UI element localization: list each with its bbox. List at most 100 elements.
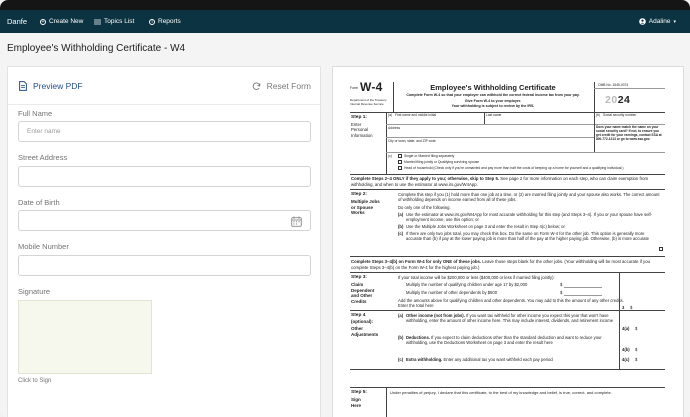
w4-instruction-2: Give Form W-4 to your employer. (464, 99, 522, 103)
mobile-number-label: Mobile Number (18, 242, 69, 251)
step4-a-title: Other income (not from jobs). (406, 313, 465, 318)
omb-rule (594, 88, 665, 89)
form-code: W-4 (360, 80, 383, 94)
two-jobs-checkbox[interactable] (659, 247, 663, 251)
filing-status-single[interactable]: Single or Married filing separately (398, 154, 454, 159)
list-icon (94, 19, 101, 24)
refresh-icon (252, 82, 260, 90)
reset-form-label: Reset Form (266, 81, 311, 91)
preview-pdf-button[interactable]: Preview PDF (19, 81, 83, 91)
top-navbar: Danfe + Create New Topics List i Reports… (0, 10, 690, 33)
step4-optional: (optional): (351, 319, 373, 324)
irs-department: Department of the Treasury Internal Reve… (350, 98, 387, 106)
full-name-placeholder: Enter name (27, 128, 61, 135)
dependents-amount-line[interactable] (564, 295, 602, 296)
preview-pdf-label: Preview PDF (33, 81, 83, 91)
reset-form-button[interactable]: Reset Form (252, 81, 311, 91)
signature-pad[interactable] (18, 300, 152, 374)
steps-note-emphasis: Complete Steps 2–4 ONLY if they apply to… (351, 176, 500, 181)
step4-c-marker: (c) (398, 357, 404, 362)
step3-title: Claim Dependent and Other Credits (351, 282, 375, 304)
step3-top-rule (350, 272, 665, 273)
form-panel: Preview PDF Reset Form Full Name Enter n… (7, 66, 322, 417)
field-c-marker: (c) (388, 154, 392, 158)
nav-topics-list[interactable]: Topics List (94, 18, 134, 25)
children-amount-line[interactable] (564, 287, 602, 288)
step3-label: Step 3: (351, 275, 367, 280)
line-4b-dollar: $ (635, 347, 638, 352)
step4-b-marker: (b) (398, 335, 404, 340)
step2-top-rule (350, 189, 665, 190)
user-icon (638, 18, 646, 25)
step3-dependents-dollar: $ (560, 290, 563, 295)
nav-create-new[interactable]: + Create New (40, 18, 83, 25)
steps34-note: Complete Steps 3–4(b) on Form W-4 for on… (351, 259, 664, 270)
page-title: Employee's Withholding Certificate - W4 (7, 43, 186, 54)
field-b-marker: (b) (596, 113, 601, 117)
calendar-icon[interactable] (291, 216, 302, 227)
address-field[interactable]: Address (388, 126, 400, 130)
steps-note: Complete Steps 2–4 ONLY if they apply to… (351, 176, 664, 187)
ssn-match-note: Does your name match the name on your so… (596, 125, 662, 141)
checkbox-icon[interactable] (398, 154, 402, 159)
step1-title: Enter Personal Information (351, 122, 373, 138)
filing-status-head-label: Head of household (Check only if you're … (404, 166, 624, 170)
filing-status-joint[interactable]: Married filing jointly or Qualifying sur… (398, 160, 480, 165)
step2-text: Complete this step if you (1) hold more … (398, 192, 660, 203)
plus-circle-icon: + (40, 18, 46, 25)
tax-year-prefix: 20 (605, 94, 618, 106)
user-menu[interactable]: Adaline ▾ (638, 18, 676, 25)
first-name-field[interactable]: First name and middle initial (395, 113, 436, 117)
step4-b: Deductions. If you expect to claim deduc… (406, 335, 614, 346)
step4-a: Other income (not from jobs). If you wan… (406, 313, 614, 324)
header-divider-right (594, 82, 595, 112)
nav-topics-list-label: Topics List (104, 18, 135, 25)
pdf-preview-panel: Form W-4 Department of the Treasury Inte… (332, 66, 684, 417)
line-4a-number: 4(a) (622, 326, 630, 331)
line-4c-dollar: $ (635, 357, 638, 362)
step3-dependents: Multiply the number of other dependents … (406, 290, 498, 295)
line-4a-dollar: $ (635, 326, 638, 331)
name-divider (484, 112, 485, 124)
app-window: Danfe + Create New Topics List i Reports… (0, 0, 690, 417)
tax-year: 2024 (605, 94, 630, 107)
ssn-field[interactable]: Social security number (603, 113, 636, 117)
signature-hint: Click to Sign (18, 378, 52, 384)
step2-c-marker: (c) (398, 231, 404, 236)
step2-option-b: Use the Multiple Jobs Worksheet on page … (406, 224, 565, 229)
street-address-label: Street Address (18, 153, 68, 162)
filing-status-head[interactable]: Head of household (Check only if you're … (398, 166, 624, 171)
full-name-label: Full Name (18, 109, 53, 118)
step4-b-text: If you expect to claim deductions other … (406, 335, 602, 346)
mobile-number-input[interactable] (18, 255, 311, 276)
step4-b-title: Deductions. (406, 335, 430, 340)
filing-status-joint-label: Married filing jointly or Qualifying sur… (404, 160, 480, 164)
date-of-birth-input[interactable] (18, 210, 311, 231)
steps34-note-emphasis: Complete Steps 3–4(b) on Form W-4 for on… (351, 259, 482, 264)
step3-children-dollar: $ (560, 282, 563, 287)
step5-divider (386, 387, 387, 417)
field-a-marker: (a) (388, 113, 393, 117)
info-circle-icon: i (149, 18, 155, 25)
step4-end-rule (350, 369, 665, 371)
last-name-field[interactable]: Last name (486, 113, 501, 117)
step5-perjury-text: Under penalties of perjury, I declare th… (390, 390, 612, 395)
full-name-input[interactable]: Enter name (18, 121, 311, 142)
brand-logo[interactable]: Danfe (7, 17, 27, 26)
window-title-bar (0, 0, 690, 10)
nav-reports-label: Reports (158, 18, 181, 25)
checkbox-icon[interactable] (398, 160, 402, 165)
city-field[interactable]: City or town, state, and ZIP code (388, 139, 436, 143)
step34-line-col (619, 272, 620, 369)
step3-total: Add the amounts above for qualifying chi… (398, 298, 624, 309)
line-4c-number: 4(c) (622, 357, 630, 362)
tax-year-suffix: 24 (617, 94, 631, 106)
nav-reports[interactable]: i Reports (149, 18, 181, 25)
street-address-input[interactable] (18, 166, 311, 187)
omb-number: OMB No. 1545-0074 (598, 83, 629, 87)
form-word: Form (350, 86, 359, 90)
signature-label: Signature (18, 287, 51, 296)
w4-document: Form W-4 Department of the Treasury Inte… (350, 80, 665, 417)
step2-title: Multiple Jobs or Spouse Works (351, 199, 380, 216)
checkbox-icon[interactable] (398, 166, 402, 171)
